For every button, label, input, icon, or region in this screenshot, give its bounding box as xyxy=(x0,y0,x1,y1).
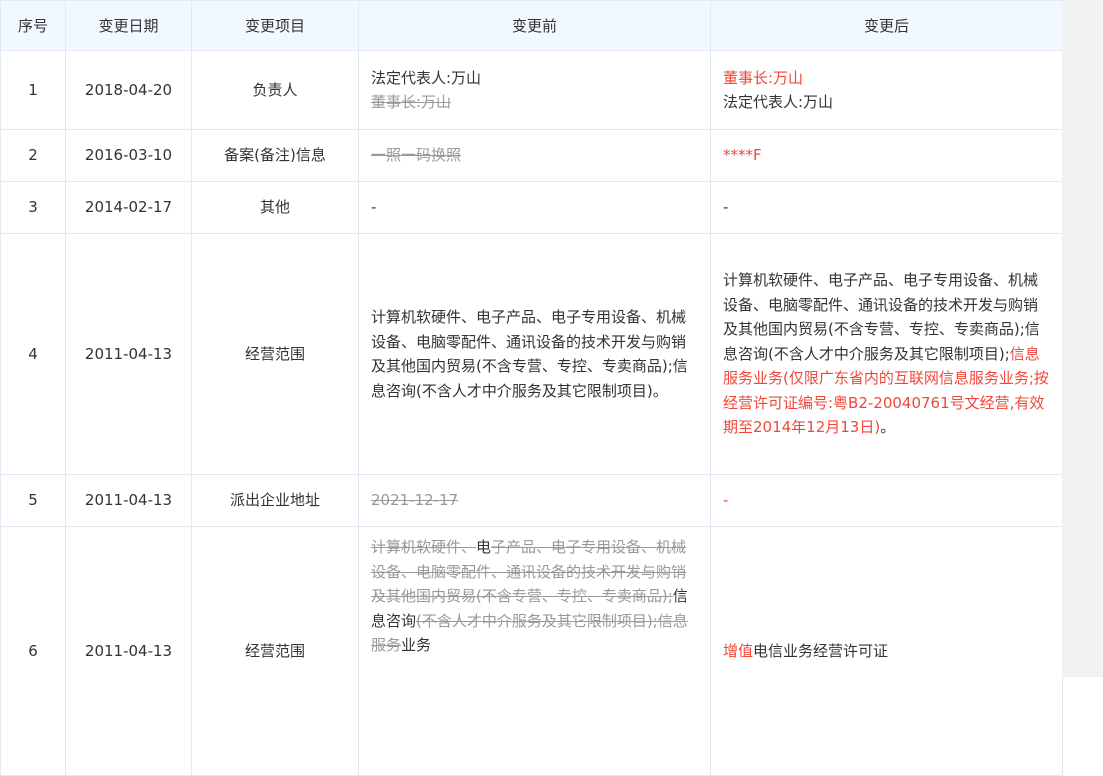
row-date: 2011-04-13 xyxy=(65,526,192,776)
added-text: 增值 xyxy=(723,641,754,660)
removed-text: 一照一码换照 xyxy=(371,146,462,165)
table-row: 2 2016-03-10 备案(备注)信息 一照一码换照 ****F xyxy=(0,129,1063,182)
row-item: 派出企业地址 xyxy=(191,474,359,527)
row-date: 2014-02-17 xyxy=(65,181,192,234)
row-after: 增值电信业务经营许可证 xyxy=(710,526,1063,776)
after-text: - xyxy=(723,198,729,217)
removed-text: 董事长:万山 xyxy=(371,93,452,111)
row-after: - xyxy=(710,474,1063,527)
before-text: 业务 xyxy=(401,636,432,654)
table-row: 5 2011-04-13 派出企业地址 2021-12-17 - xyxy=(0,474,1063,527)
row-after: - xyxy=(710,181,1063,234)
table-row: 6 2011-04-13 经营范围 计算机软硬件、电子产品、电子专用设备、机械设… xyxy=(0,526,1063,776)
row-date: 2018-04-20 xyxy=(65,50,192,130)
row-date: 2016-03-10 xyxy=(65,129,192,182)
removed-text: 2021-12-17 xyxy=(371,491,459,510)
row-after: ****F xyxy=(710,129,1063,182)
after-text: 计算机软硬件、电子产品、电子专用设备、机械设备、电脑零配件、通讯设备的技术开发与… xyxy=(723,271,1040,363)
table-header-row: 序号 变更日期 变更项目 变更前 变更后 xyxy=(0,0,1063,51)
table-row: 3 2014-02-17 其他 - - xyxy=(0,181,1063,234)
change-records-table-container: 序号 变更日期 变更项目 变更前 变更后 1 2018-04-20 负责人 法定… xyxy=(0,0,1063,776)
header-before: 变更前 xyxy=(358,0,711,51)
row-item: 经营范围 xyxy=(191,233,359,475)
before-text: 电 xyxy=(476,538,492,556)
added-text: - xyxy=(723,491,729,510)
row-item: 负责人 xyxy=(191,50,359,130)
row-index: 4 xyxy=(0,233,66,475)
row-before: - xyxy=(358,181,711,234)
header-index: 序号 xyxy=(0,0,66,51)
row-date: 2011-04-13 xyxy=(65,233,192,475)
added-text: 董事长:万山 xyxy=(723,68,804,87)
row-item: 备案(备注)信息 xyxy=(191,129,359,182)
table-row: 4 2011-04-13 经营范围 计算机软硬件、电子产品、电子专用设备、机械设… xyxy=(0,233,1063,475)
row-index: 3 xyxy=(0,181,66,234)
before-text: - xyxy=(371,198,377,217)
row-after: 计算机软硬件、电子产品、电子专用设备、机械设备、电脑零配件、通讯设备的技术开发与… xyxy=(710,233,1063,475)
before-text: 法定代表人:万山 xyxy=(371,68,482,87)
header-change-item: 变更项目 xyxy=(191,0,359,51)
row-index: 1 xyxy=(0,50,66,130)
row-item: 其他 xyxy=(191,181,359,234)
removed-text: 计算机软硬件、 xyxy=(371,538,477,556)
row-index: 2 xyxy=(0,129,66,182)
vertical-scrollbar[interactable] xyxy=(1062,0,1103,677)
row-index: 6 xyxy=(0,526,66,776)
header-after: 变更后 xyxy=(710,0,1063,51)
change-records-table: 序号 变更日期 变更项目 变更前 变更后 1 2018-04-20 负责人 法定… xyxy=(0,0,1063,776)
after-text: 法定代表人:万山 xyxy=(723,93,834,111)
row-before: 法定代表人:万山 董事长:万山 xyxy=(358,50,711,130)
row-item: 经营范围 xyxy=(191,526,359,776)
row-before: 计算机软硬件、电子产品、电子专用设备、机械设备、电脑零配件、通讯设备的技术开发与… xyxy=(358,526,711,776)
row-before: 一照一码换照 xyxy=(358,129,711,182)
after-text: 电信业务经营许可证 xyxy=(753,641,889,660)
table-row: 1 2018-04-20 负责人 法定代表人:万山 董事长:万山 董事长:万山 … xyxy=(0,50,1063,130)
before-text: 计算机软硬件、电子产品、电子专用设备、机械设备、电脑零配件、通讯设备的技术开发与… xyxy=(371,308,688,400)
row-after: 董事长:万山 法定代表人:万山 xyxy=(710,50,1063,130)
row-before: 计算机软硬件、电子产品、电子专用设备、机械设备、电脑零配件、通讯设备的技术开发与… xyxy=(358,233,711,475)
row-before: 2021-12-17 xyxy=(358,474,711,527)
row-date: 2011-04-13 xyxy=(65,474,192,527)
row-index: 5 xyxy=(0,474,66,527)
before-text-block: 计算机软硬件、电子产品、电子专用设备、机械设备、电脑零配件、通讯设备的技术开发与… xyxy=(371,535,698,655)
after-tail-text: 。 xyxy=(880,418,896,437)
added-text: ****F xyxy=(723,146,762,165)
header-change-date: 变更日期 xyxy=(65,0,192,51)
